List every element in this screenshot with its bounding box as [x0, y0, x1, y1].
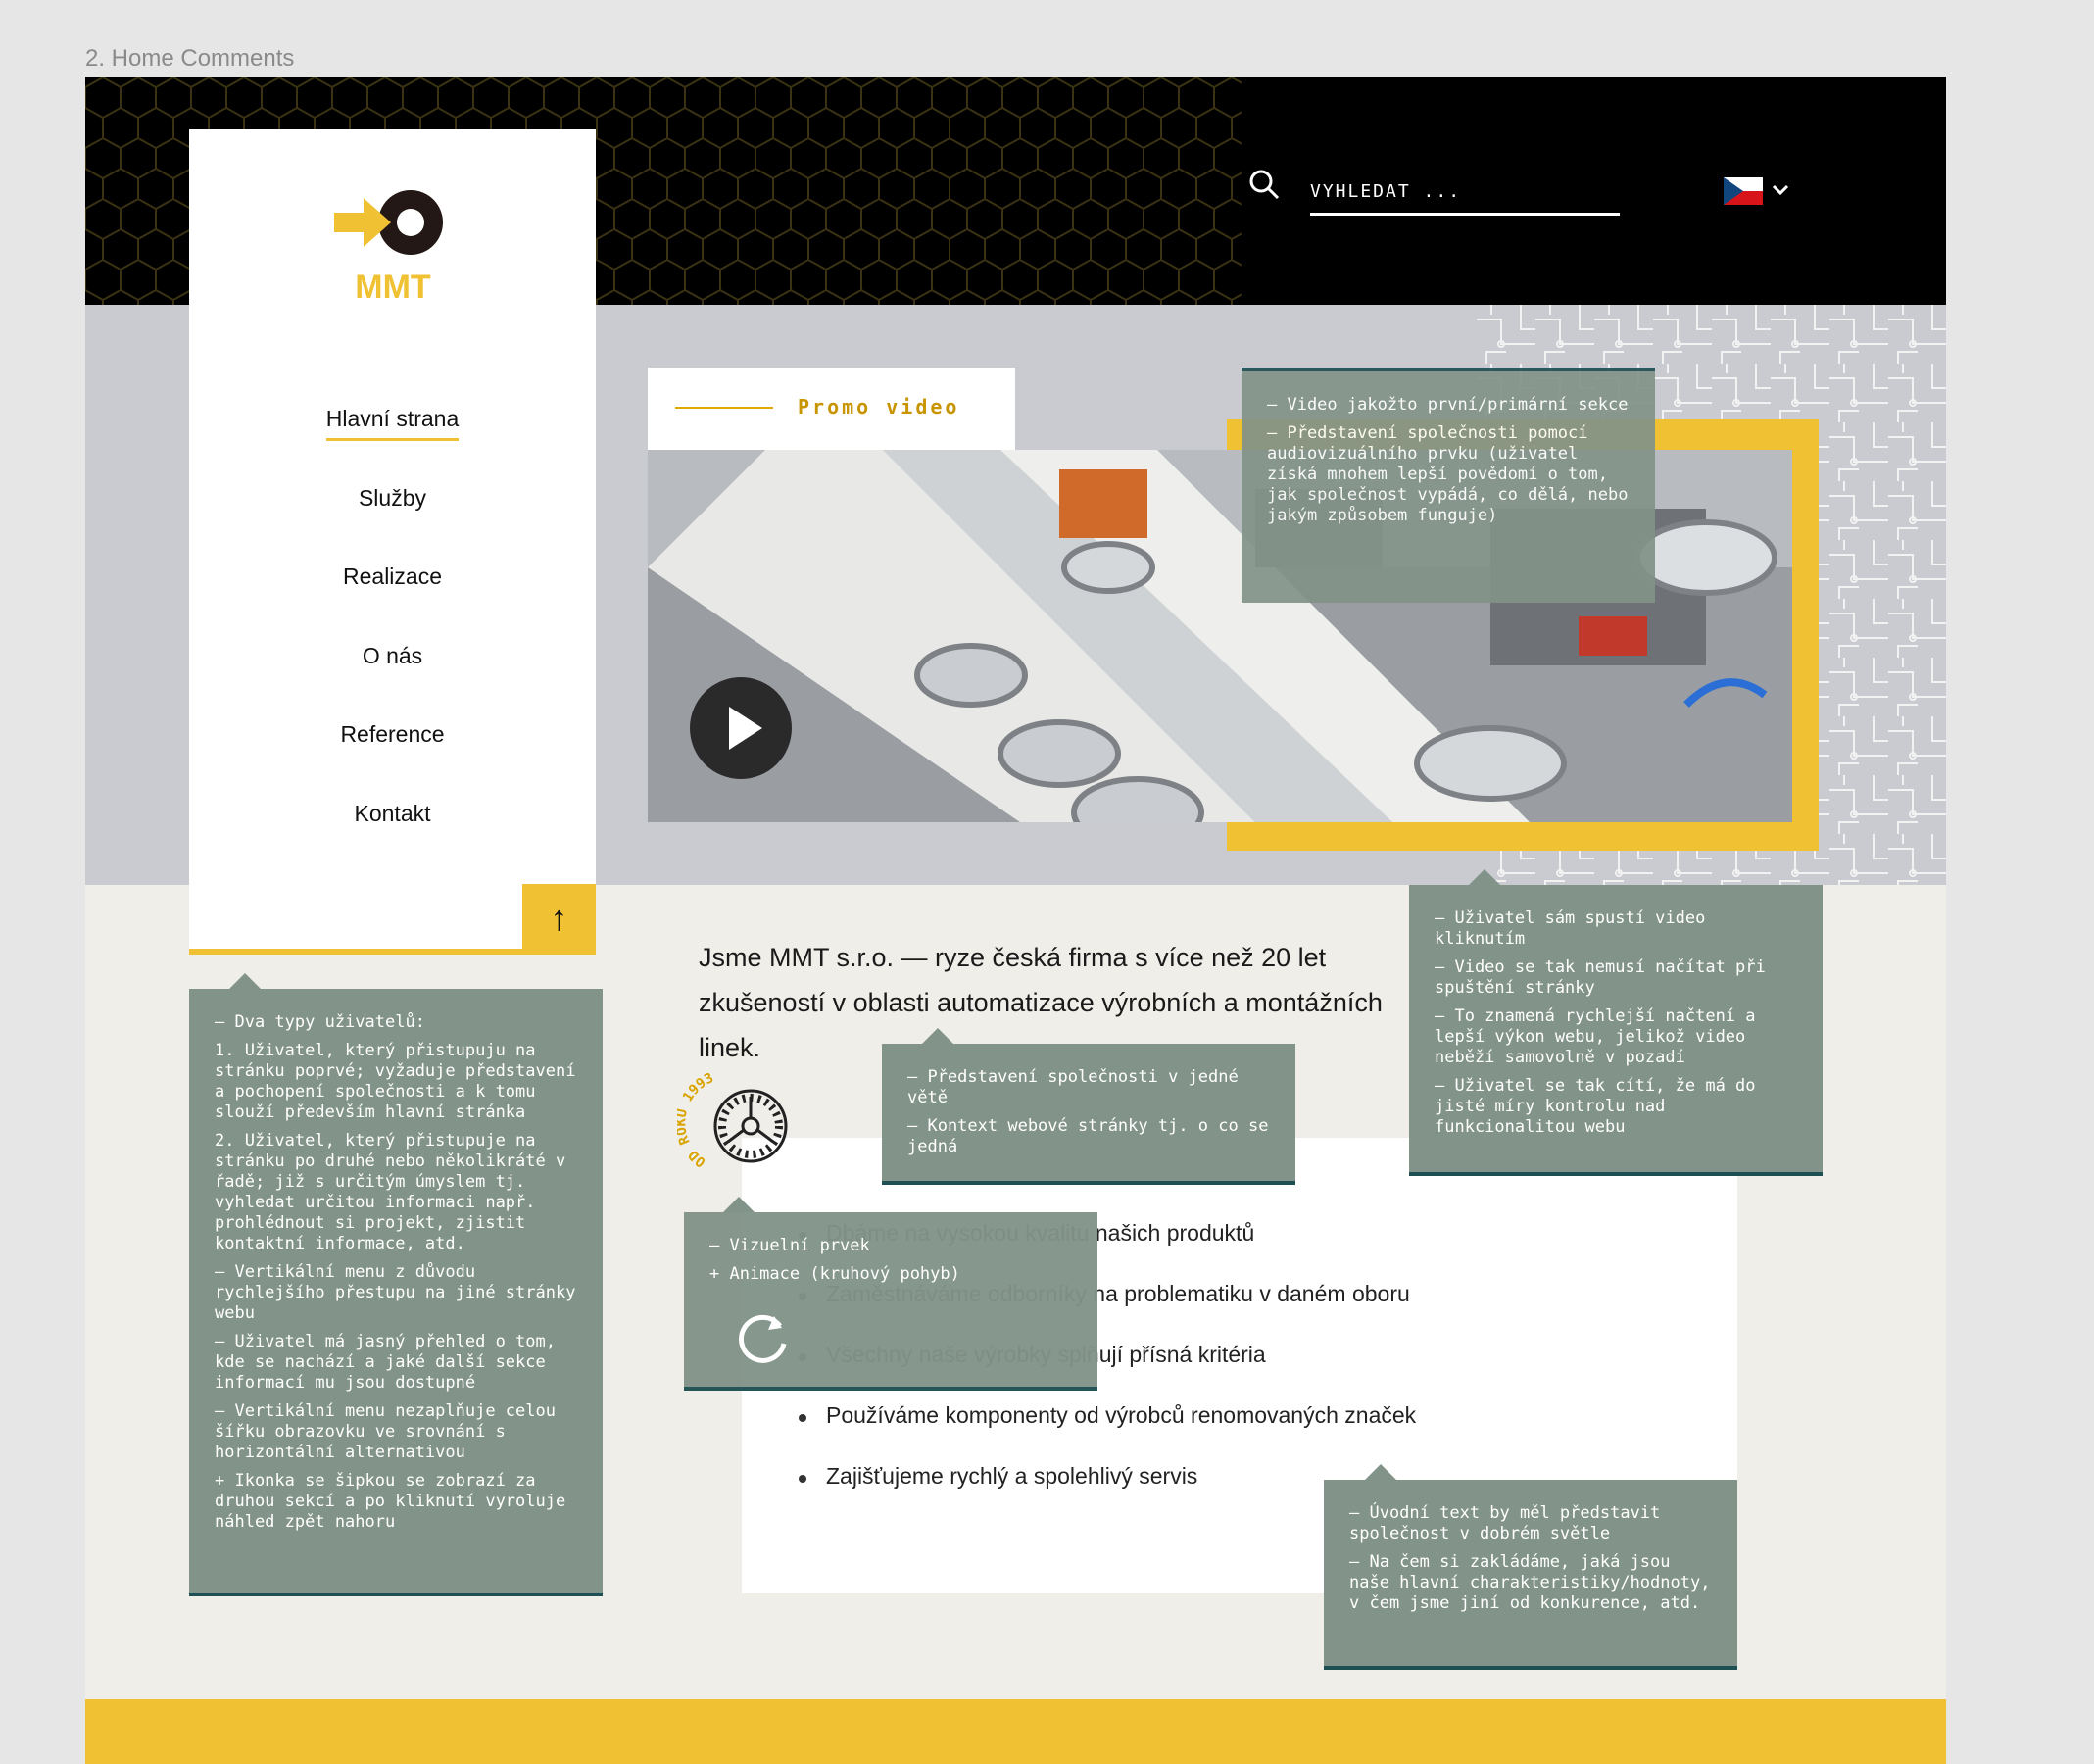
nav-item-o-nas[interactable]: O nás [189, 643, 596, 675]
comment-pointer [1365, 1464, 1396, 1480]
comment-line: 2. Uživatel, který přistupuje na stránku… [215, 1131, 576, 1253]
comment-line: – Představení společnosti pomocí audiovi… [1267, 423, 1638, 525]
comment-line: – Vizuelní prvek [709, 1236, 870, 1255]
comment-intro-text: – Úvodní text by měl představit společno… [1324, 1480, 1737, 1670]
comment-intro-sentence: – Představení společnosti v jedné větě –… [882, 1044, 1295, 1185]
since-1993-badge: OD ROKU 1993 [677, 1070, 788, 1170]
comment-line: – Kontext webové stránky tj. o co se jed… [907, 1116, 1279, 1156]
czech-flag-icon[interactable] [1724, 177, 1763, 205]
nav-item-sluzby[interactable]: Služby [189, 485, 596, 517]
comment-line: – Uživatel sám spustí video kliknutím [1435, 908, 1716, 949]
svg-text:OD ROKU 1993: OD ROKU 1993 [677, 1070, 716, 1170]
comment-line: + Animace (kruhový pohyb) [709, 1264, 960, 1284]
search-icon[interactable] [1248, 169, 1280, 200]
promo-label: Promo video [798, 395, 960, 418]
comment-line: – Dva typy uživatelů: [215, 1012, 425, 1032]
comment-pointer [723, 1197, 755, 1212]
list-item: Používáme komponenty od výrobců renomova… [791, 1402, 1692, 1463]
comment-line: – Úvodní text by měl představit společno… [1349, 1503, 1671, 1544]
comment-pointer [1469, 869, 1500, 885]
search-input[interactable] [1310, 173, 1620, 216]
comment-line: – Video se tak nemusí načítat při spuště… [1435, 957, 1777, 998]
nav-item-realizace[interactable]: Realizace [189, 564, 596, 596]
nav-item-hlavni-strana[interactable]: Hlavní strana [189, 406, 596, 441]
comment-line: – Vertikální menu nezaplňuje celou šířku… [215, 1401, 566, 1462]
nav-label: Realizace [343, 564, 442, 589]
comment-line: – Vertikální menu z důvodu rychlejšího p… [215, 1262, 586, 1323]
nav-label: Služby [358, 485, 427, 511]
comment-line: – Video jakožto první/primární sekce [1267, 395, 1629, 415]
nav-label: O nás [362, 643, 423, 668]
nav-label: Reference [340, 721, 445, 747]
comment-video-start: – Uživatel sám spustí video kliknutím – … [1409, 885, 1823, 1176]
promo-line [675, 407, 773, 409]
mmt-logo[interactable]: MMT [334, 178, 452, 306]
svg-text:MMT: MMT [355, 269, 431, 306]
arrow-up-icon: ↑ [550, 898, 568, 938]
chevron-down-icon[interactable] [1771, 179, 1790, 199]
nav-item-kontakt[interactable]: Kontakt [189, 801, 596, 833]
comment-line: – Představení společnosti v jedné větě [907, 1067, 1249, 1107]
comment-pointer [922, 1028, 953, 1044]
nav-label: Hlavní strana [325, 406, 460, 441]
scroll-top-button[interactable]: ↑ [522, 884, 596, 953]
comment-line: + Ikonka se šipkou se zobrazí za druhou … [215, 1471, 576, 1532]
refresh-icon [739, 1314, 787, 1363]
comment-line: 1. Uživatel, který přistupuju na stránku… [215, 1041, 586, 1122]
sidebar: MMT Hlavní strana Služby Realizace O nás… [189, 129, 596, 952]
play-button[interactable] [690, 677, 792, 779]
frame-label: 2. Home Comments [85, 45, 295, 72]
comment-video-primary: – Video jakožto první/primární sekce – P… [1242, 368, 1655, 603]
comment-line: – Na čem si zakládáme, jaká jsou naše hl… [1349, 1552, 1721, 1613]
promo-video-tab: Promo video [648, 368, 1015, 450]
comment-users: – Dva typy uživatelů: 1. Uživatel, který… [189, 989, 603, 1596]
nav-label: Kontakt [354, 801, 431, 826]
comment-line: – Uživatel se tak cítí, že má do jisté m… [1435, 1076, 1766, 1137]
nav-item-reference[interactable]: Reference [189, 721, 596, 754]
page-canvas: MMT Hlavní strana Služby Realizace O nás… [85, 77, 1946, 1764]
footer-teaser-band [85, 1699, 1946, 1764]
comment-visual: – Vizuelní prvek + Animace (kruhový pohy… [684, 1212, 1097, 1391]
comment-pointer [229, 973, 261, 989]
comment-line: – To znamená rychlejší načtení a lepší v… [1435, 1006, 1766, 1067]
comment-line: – Uživatel má jasný přehled o tom, kde s… [215, 1332, 566, 1393]
